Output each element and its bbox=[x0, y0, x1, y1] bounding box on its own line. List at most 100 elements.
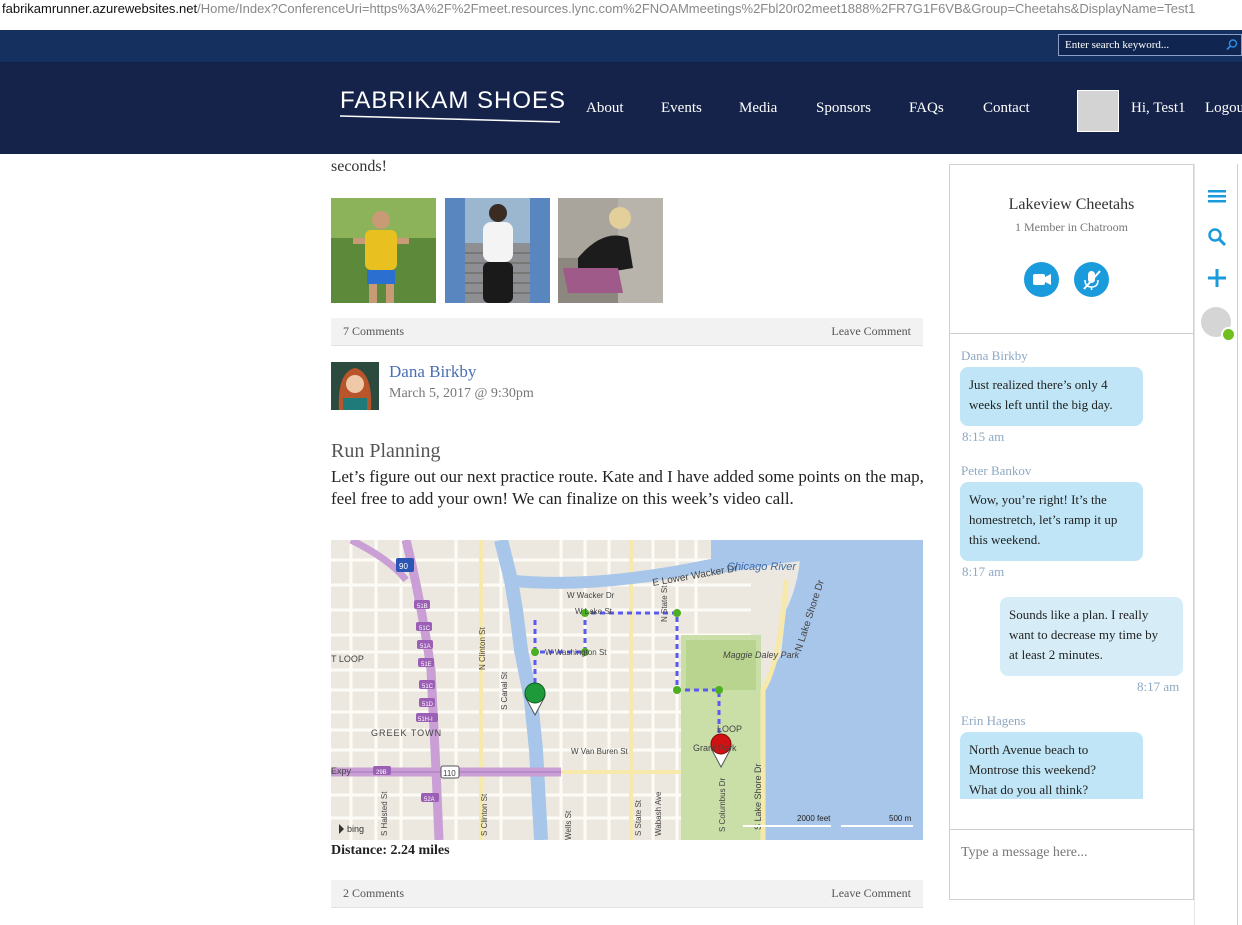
post-leave-comment-link[interactable]: Leave Comment bbox=[831, 886, 911, 901]
site-logo[interactable]: FABRIKAM SHOES bbox=[340, 87, 566, 115]
map-label-van-buren: W Van Buren St bbox=[571, 747, 629, 756]
message-line: at least 2 minutes. bbox=[1009, 647, 1103, 662]
author-avatar[interactable] bbox=[331, 362, 379, 410]
chat-divider bbox=[949, 333, 1194, 334]
video-call-button[interactable] bbox=[1024, 262, 1059, 297]
post-comments-count[interactable]: 2 Comments bbox=[343, 886, 404, 901]
presence-indicator bbox=[1221, 327, 1236, 342]
url-path: /Home/Index?ConferenceUri=https%3A%2F%2F… bbox=[197, 1, 1196, 16]
map-label-park: Maggie Daley Park bbox=[723, 650, 800, 660]
message-sender: Peter Bankov bbox=[961, 463, 1032, 478]
map-label-grant-park: Grant Park bbox=[693, 743, 737, 753]
search-icon[interactable] bbox=[1225, 38, 1239, 52]
user-avatar[interactable] bbox=[1077, 90, 1119, 132]
message-sender: Erin Hagens bbox=[961, 713, 1026, 728]
map-label-halsted: S Halsted St bbox=[380, 791, 389, 836]
runner-photo-1[interactable] bbox=[331, 198, 436, 303]
message-line: Wow, you’re right! It’s the bbox=[969, 492, 1107, 507]
map-exit-8: 29B bbox=[376, 770, 387, 776]
chat-member-count: 1 Member in Chatroom bbox=[1015, 220, 1128, 234]
logo-swoosh bbox=[340, 115, 560, 123]
message-clip: North Avenue beach to Montrose this week… bbox=[960, 732, 1143, 799]
map-label-greektown: GREEK TOWN bbox=[371, 728, 442, 738]
map-label-n-state: N State St bbox=[660, 585, 669, 622]
search-icon[interactable] bbox=[1205, 225, 1229, 249]
chat-room-name: Lakeview Cheetahs bbox=[1008, 196, 1135, 213]
post-comment-bar: 2 Comments Leave Comment bbox=[331, 880, 923, 908]
map-exit-5: 51C bbox=[422, 684, 434, 690]
message-input[interactable] bbox=[961, 843, 1181, 863]
nav-sponsors[interactable]: Sponsors bbox=[816, 100, 871, 117]
map-label-t-loop: T LOOP bbox=[331, 654, 364, 664]
map-exit-7: 51H-I bbox=[418, 717, 433, 723]
post-date: March 5, 2017 @ 9:30pm bbox=[389, 386, 534, 401]
map-label-washington: W Washington St bbox=[545, 648, 607, 657]
message-bubble: Just realized there’s only 4 weeks left … bbox=[960, 367, 1143, 426]
logout-link[interactable]: Logou bbox=[1205, 100, 1242, 117]
message-line: What do you all think? bbox=[969, 782, 1089, 797]
post-body: Let’s figure out our next practice route… bbox=[331, 467, 924, 508]
user-greeting: Hi, Test1 bbox=[1131, 100, 1186, 116]
mic-off-icon bbox=[1083, 270, 1101, 290]
prev-leave-comment-link[interactable]: Leave Comment bbox=[831, 324, 911, 339]
message-sender: Dana Birkby bbox=[961, 348, 1028, 363]
top-strip bbox=[0, 30, 1242, 63]
compose-divider bbox=[949, 829, 1194, 830]
message-line: Montrose this weekend? bbox=[969, 762, 1097, 777]
map-label-wabash: Wabash Ave bbox=[654, 791, 663, 836]
map-label-clinton-s: S Clinton St bbox=[480, 793, 489, 836]
prev-comments-count[interactable]: 7 Comments bbox=[343, 324, 404, 339]
message-line: Sounds like a plan. I really bbox=[1009, 607, 1149, 622]
own-message-bubble: Sounds like a plan. I really want to dec… bbox=[1000, 597, 1183, 676]
mute-button[interactable] bbox=[1074, 262, 1109, 297]
message-time: 8:17 am bbox=[962, 564, 1005, 579]
prev-post-comment-bar: 7 Comments Leave Comment bbox=[331, 318, 923, 346]
route-map[interactable]: Chicago River E Lower Wacker Dr W Wacker… bbox=[331, 540, 923, 840]
previous-post-text: seconds! bbox=[331, 158, 387, 175]
map-label-loop: LOOP bbox=[717, 724, 742, 734]
message-bubble: Wow, you’re right! It’s the homestretch,… bbox=[960, 482, 1143, 561]
site-search bbox=[1058, 34, 1242, 56]
nav-contact[interactable]: Contact bbox=[983, 100, 1030, 117]
map-scale-m: 500 m bbox=[889, 814, 912, 823]
nav-about[interactable]: About bbox=[586, 100, 624, 117]
message-line: this weekend. bbox=[969, 532, 1041, 547]
map-label-wells: Wells St bbox=[564, 810, 573, 840]
message-line: North Avenue beach to bbox=[969, 742, 1089, 757]
address-bar[interactable]: fabrikamrunner.azurewebsites.net/Home/In… bbox=[0, 0, 1242, 30]
message-bubble: North Avenue beach to Montrose this week… bbox=[960, 732, 1143, 799]
menu-icon[interactable] bbox=[1205, 184, 1229, 208]
message-line: want to decrease my time by bbox=[1009, 627, 1159, 642]
message-line: homestretch, let’s ramp it up bbox=[969, 512, 1118, 527]
post-author[interactable]: Dana Birkby bbox=[389, 362, 476, 382]
post-title: Run Planning bbox=[331, 440, 441, 462]
map-label-w-wacker: W Wacker Dr bbox=[567, 591, 615, 600]
map-shield-i90: 90 bbox=[399, 562, 408, 571]
map-exit-1: 51B bbox=[417, 604, 428, 610]
map-scale-feet: 2000 feet bbox=[797, 814, 831, 823]
map-label-state: S State St bbox=[634, 799, 643, 836]
message-time: 8:17 am bbox=[1137, 679, 1180, 694]
map-exit-2: 51C bbox=[419, 626, 431, 632]
map-label-clinton-n: N Clinton St bbox=[478, 627, 487, 670]
map-exit-3: 51A bbox=[420, 644, 431, 650]
map-exit-9: 52A bbox=[424, 797, 435, 803]
map-exit-6: 51D bbox=[422, 702, 434, 708]
map-label-s-lake-shore: S Lake Shore Dr bbox=[753, 763, 763, 830]
url-host: fabrikamrunner.azurewebsites.net bbox=[2, 1, 198, 16]
map-exit-4: 51E bbox=[421, 662, 432, 668]
nav-faqs[interactable]: FAQs bbox=[909, 100, 944, 117]
runner-photo-2[interactable] bbox=[445, 198, 550, 303]
route-distance: Distance: 2.24 miles bbox=[331, 843, 450, 858]
bing-logo: bing bbox=[347, 824, 364, 834]
message-line: weeks left until the big day. bbox=[969, 397, 1113, 412]
add-icon[interactable] bbox=[1205, 266, 1229, 290]
video-icon bbox=[1033, 274, 1051, 285]
message-line: Just realized there’s only 4 bbox=[969, 377, 1108, 392]
map-label-expy: Expy bbox=[331, 766, 352, 776]
map-label-lake-st: W Lake St bbox=[575, 607, 613, 616]
runner-photo-3[interactable] bbox=[558, 198, 663, 303]
nav-events[interactable]: Events bbox=[661, 100, 702, 117]
search-input[interactable] bbox=[1065, 37, 1225, 53]
nav-media[interactable]: Media bbox=[739, 100, 777, 117]
